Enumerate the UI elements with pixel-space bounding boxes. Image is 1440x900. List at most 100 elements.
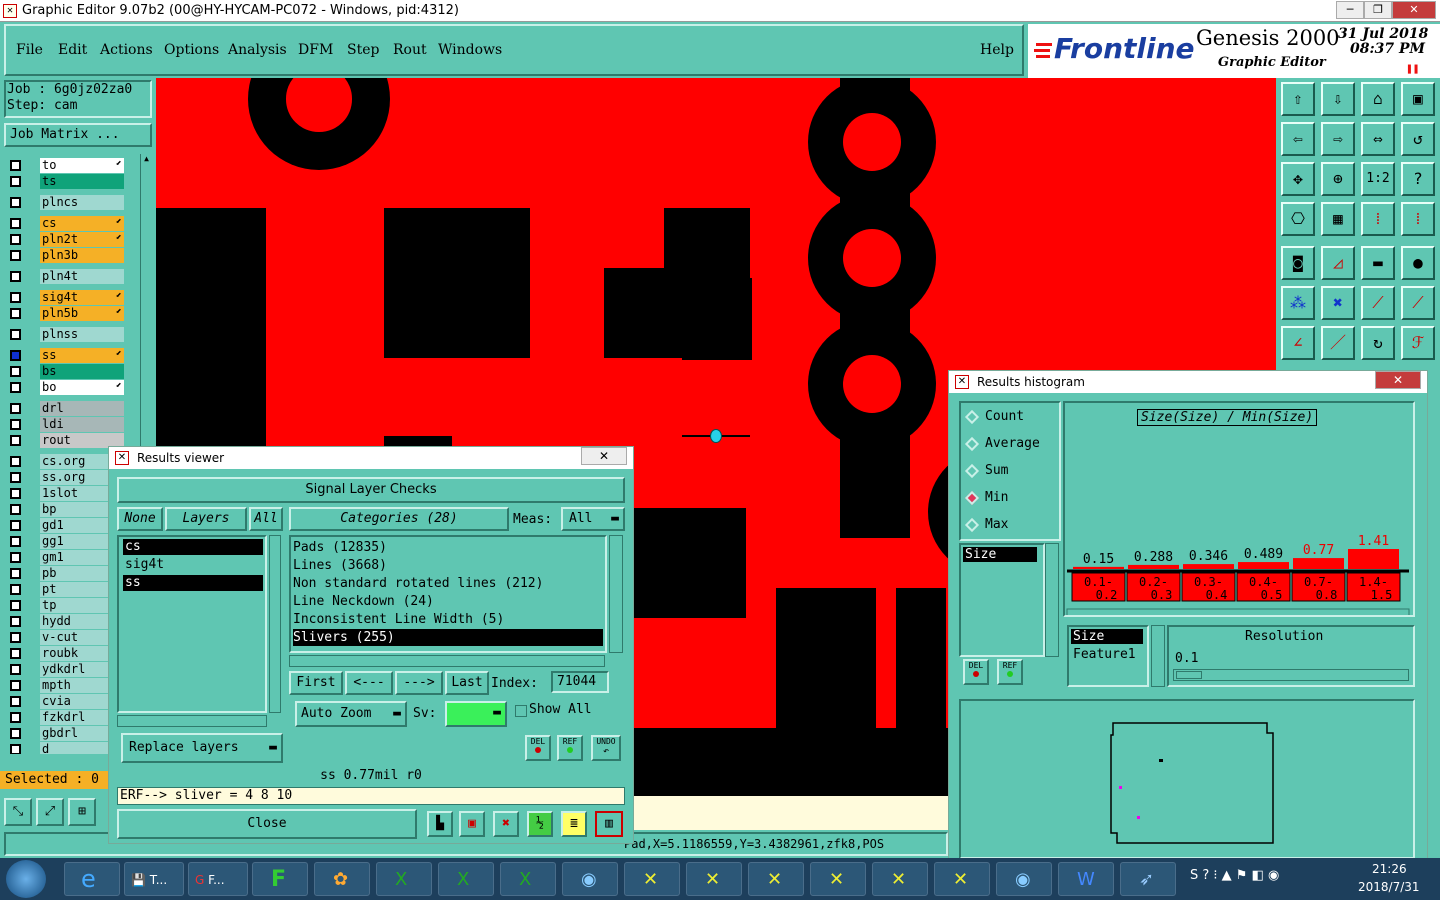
layer-row[interactable]: tp	[6, 598, 124, 614]
field-list[interactable]: Size Feature1	[1067, 625, 1149, 687]
layer-checkbox[interactable]	[10, 382, 21, 393]
category-item[interactable]: Non standard rotated lines (212)	[293, 575, 603, 592]
layers-hscrollbar[interactable]	[117, 715, 267, 727]
category-item[interactable]: Pads (12835)	[293, 539, 603, 556]
layers-button[interactable]: Layers	[165, 507, 247, 531]
taskbar-item-2[interactable]: G F...	[188, 862, 248, 896]
layer-checkbox[interactable]	[10, 584, 21, 595]
layer-checkbox[interactable]	[10, 696, 21, 707]
feather-taskbar-icon[interactable]: ➶	[1120, 862, 1176, 896]
layer-name[interactable]: sig4t	[40, 290, 124, 305]
xwindow-taskbar-icon[interactable]: ✕	[872, 862, 928, 896]
layer-checkbox[interactable]	[10, 329, 21, 340]
layers-scrollbar[interactable]	[269, 535, 281, 713]
layer-row[interactable]: gd1	[6, 518, 124, 534]
menu-help[interactable]: Help	[980, 42, 1014, 58]
layer-row[interactable]: plnss	[6, 327, 124, 343]
menu-actions[interactable]: Actions	[100, 42, 153, 58]
layer-checkbox[interactable]	[10, 234, 21, 245]
layer-row[interactable]: d	[6, 742, 124, 754]
layer-row[interactable]: ydkdrl	[6, 662, 124, 678]
layer-row[interactable]: pln4t	[6, 269, 124, 285]
del-button[interactable]: DEL	[525, 735, 551, 761]
show-all-checkbox[interactable]	[515, 705, 527, 717]
mode-radio-count[interactable]: Count	[964, 409, 1057, 429]
layer-row[interactable]: rout	[6, 433, 124, 449]
layer-checkbox[interactable]	[10, 600, 21, 611]
next-button[interactable]: --->	[395, 671, 443, 695]
meas-dropdown[interactable]: All ▬	[561, 507, 625, 531]
result-layer-item[interactable]: cs	[123, 539, 263, 555]
xwindow-taskbar-icon[interactable]: ✕	[810, 862, 866, 896]
layer-name[interactable]: bs	[40, 364, 124, 379]
all-button[interactable]: All	[249, 507, 283, 531]
app-taskbar-icon[interactable]: ◉	[562, 862, 618, 896]
categories-button[interactable]: Categories (28)	[289, 507, 509, 531]
help-icon[interactable]: ?	[1401, 162, 1435, 196]
layer-display-alt-icon[interactable]: ⁞	[1401, 202, 1435, 236]
auto-zoom-dropdown[interactable]: Auto Zoom ▬	[295, 701, 407, 727]
shape-edit-icon[interactable]: ◿	[1321, 246, 1355, 280]
layer-checkbox[interactable]	[10, 250, 21, 261]
layer-checkbox[interactable]	[10, 520, 21, 531]
maximize-button[interactable]: ❐	[1364, 1, 1392, 19]
tool-grid-button[interactable]: ⊞	[68, 798, 96, 826]
layer-name[interactable]: cs	[40, 216, 124, 231]
start-button[interactable]	[6, 860, 46, 898]
excel-taskbar-icon[interactable]: X	[376, 862, 432, 896]
layer-checkbox[interactable]	[10, 712, 21, 723]
replace-layers-dropdown[interactable]: Replace layers ▬	[121, 733, 283, 763]
category-item[interactable]: Lines (3668)	[293, 557, 603, 574]
layer-row[interactable]: pt	[6, 582, 124, 598]
layer-row[interactable]: bo ⬋	[6, 380, 124, 396]
layer-row[interactable]: pb	[6, 566, 124, 582]
excel-taskbar-icon[interactable]: X	[438, 862, 494, 896]
layer-row[interactable]: v-cut	[6, 630, 124, 646]
layer-row[interactable]: cs.org	[6, 454, 124, 470]
layer-name[interactable]: ldi	[40, 417, 124, 432]
grid-icon[interactable]: ▦	[1321, 202, 1355, 236]
categories-scrollbar[interactable]	[609, 535, 623, 653]
undo-button[interactable]: UNDO ↶	[591, 735, 621, 761]
menu-windows[interactable]: Windows	[438, 42, 502, 58]
close-results-button[interactable]: Close	[117, 809, 417, 839]
layer-row[interactable]: hydd	[6, 614, 124, 630]
layer-checkbox[interactable]	[10, 664, 21, 675]
histogram-bar[interactable]	[1293, 558, 1344, 569]
scale-1-2-icon[interactable]: 1:2	[1361, 162, 1395, 196]
histogram-bar[interactable]	[1348, 549, 1399, 569]
mode-radio-average[interactable]: Average	[964, 436, 1057, 456]
close-button[interactable]: ✕	[1392, 1, 1436, 19]
taskbar-item-1[interactable]: 💾 T...	[124, 862, 184, 896]
layer-name[interactable]: plnss	[40, 327, 124, 342]
layer-name[interactable]: bo	[40, 380, 124, 395]
layer-row[interactable]: ldi	[6, 417, 124, 433]
layer-row[interactable]: bp	[6, 502, 124, 518]
tray-icons[interactable]: S ? ⁝ ▲ ⚑ ◧ ◉	[1190, 868, 1279, 883]
layer-row[interactable]: ts	[6, 174, 124, 190]
layer-name[interactable]: pln3b	[40, 248, 124, 263]
categories-list[interactable]: Pads (12835) Lines (3668) Non standard r…	[289, 535, 607, 653]
layer-checkbox[interactable]	[10, 176, 21, 187]
connect-icon[interactable]: ⁂	[1281, 286, 1315, 320]
xwindow-taskbar-icon[interactable]: ✕	[934, 862, 990, 896]
layer-checkbox[interactable]	[10, 504, 21, 515]
layer-checkbox[interactable]	[10, 488, 21, 499]
ref-button[interactable]: REF	[557, 735, 583, 761]
layer-row[interactable]: gg1	[6, 534, 124, 550]
layer-checkbox[interactable]	[10, 419, 21, 430]
layer-row[interactable]: mpth	[6, 678, 124, 694]
tool-snap-button[interactable]: ⤡	[4, 798, 32, 826]
layer-name[interactable]: drl	[40, 401, 124, 416]
line-point-icon[interactable]: ⟋	[1361, 286, 1395, 320]
layer-row[interactable]: ss ⬋	[6, 348, 124, 364]
layer-checkbox[interactable]	[10, 472, 21, 483]
layer-checkbox[interactable]	[10, 536, 21, 547]
xwindow-taskbar-icon[interactable]: ✕	[748, 862, 804, 896]
layer-checkbox[interactable]	[10, 568, 21, 579]
prev-button[interactable]: <---	[345, 671, 393, 695]
index-input[interactable]: 71044	[551, 671, 609, 693]
tool-measure-button[interactable]: ⤢	[36, 798, 64, 826]
text-feature-icon[interactable]: ℱ	[1401, 326, 1435, 360]
zoom-center-icon[interactable]: ⊕	[1321, 162, 1355, 196]
